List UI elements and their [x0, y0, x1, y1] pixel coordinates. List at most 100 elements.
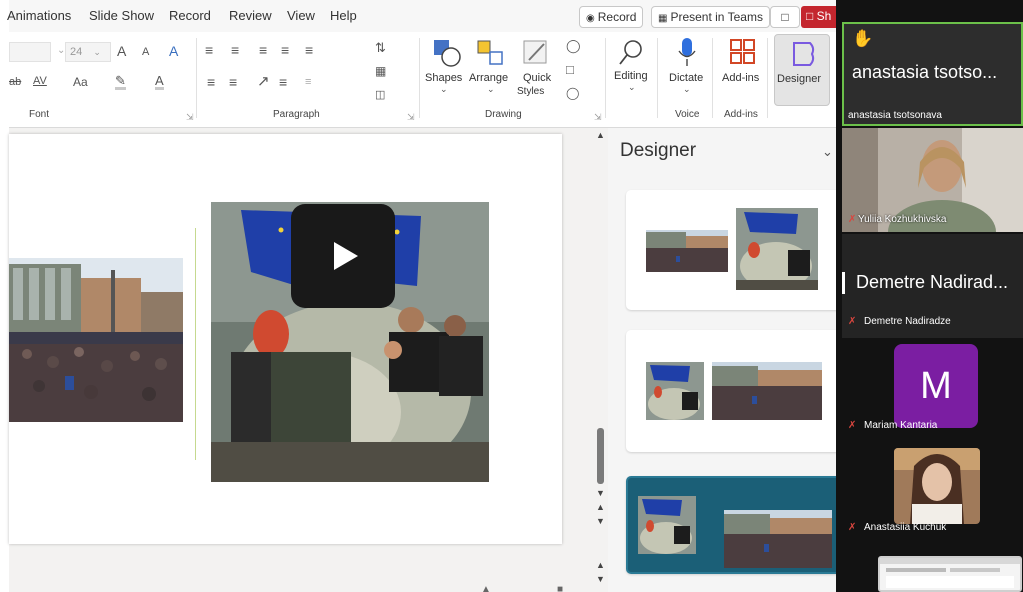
status-bar: ▲ ■ [9, 560, 594, 592]
clear-formatting-icon[interactable]: A [169, 43, 178, 59]
shared-screen-preview[interactable] [878, 556, 1022, 592]
highlight-icon[interactable]: ✎ [115, 74, 126, 90]
design-thumb-protest [646, 362, 704, 420]
strikethrough-icon[interactable]: ab [9, 76, 21, 88]
slide[interactable] [9, 134, 562, 544]
ribbon-tab-bar: Animations Slide Show Record Review View… [7, 0, 836, 32]
share-button[interactable]: □ Sh [801, 6, 836, 28]
ribbon-divider [767, 38, 768, 118]
participant-tile[interactable]: ✗ Anastasiia Kuchuk [842, 442, 1023, 542]
previous-slide-icon[interactable]: ▲ [596, 502, 605, 512]
mic-off-icon: ✗ [848, 420, 857, 431]
character-spacing-icon[interactable]: AV [33, 75, 47, 87]
comments-button[interactable]: □ [770, 6, 800, 28]
change-case-icon[interactable]: Aa [73, 75, 88, 89]
microphone-icon [678, 38, 696, 66]
drawing-group-label: Drawing [485, 109, 522, 120]
share-icon: □ [806, 9, 814, 23]
align-right-icon[interactable]: ↗ [257, 72, 270, 90]
shape-effects-icon[interactable]: ◯ [566, 86, 579, 100]
record-button[interactable]: ◉ Record [579, 6, 644, 28]
participant-display-name: anastasia tsotso... [852, 62, 998, 82]
mic-off-icon: ✗ [848, 316, 857, 327]
chevron-down-icon: ⌄ [440, 84, 448, 94]
normal-view-icon[interactable]: ■ [557, 584, 563, 592]
decrease-indent-icon[interactable]: ≡ [259, 42, 267, 58]
ribbon-divider [605, 38, 606, 118]
participant-tile[interactable]: ✗ Yuliia Kozhukhivska [842, 128, 1023, 232]
tab-help[interactable]: Help [330, 8, 357, 23]
slide-canvas [9, 128, 594, 558]
columns-icon[interactable]: ≡ [305, 76, 311, 88]
participant-tile[interactable]: Demetre Nadirad... ✗ Demetre Nadiradze [842, 234, 1023, 338]
participant-tile[interactable]: M ✗ Mariam Kantaria [842, 340, 1023, 440]
bullets-icon[interactable]: ≡ [205, 42, 213, 58]
tab-record[interactable]: Record [169, 8, 211, 23]
justify-icon[interactable]: ≡ [279, 74, 287, 90]
chevron-down-icon: ⌄ [683, 84, 691, 94]
shape-fill-icon[interactable]: ◯ [566, 38, 581, 54]
align-center-icon[interactable]: ≡ [229, 74, 237, 90]
shapes-icon [434, 40, 461, 67]
slide-scrollbar[interactable]: ▲ ▼ ▲ ▼ ▲ ▼ [594, 128, 608, 592]
scrollbar-thumb[interactable] [597, 428, 604, 484]
text-direction-icon[interactable]: ⇅ [375, 40, 386, 56]
numbering-icon[interactable]: ≡ [231, 42, 239, 58]
line-spacing-icon[interactable]: ≡ [305, 42, 313, 58]
smartart-icon[interactable]: ◫ [375, 88, 385, 101]
participant-video [894, 448, 980, 524]
speaking-indicator [842, 272, 845, 294]
ribbon-divider [419, 38, 420, 118]
design-idea-card-selected[interactable] [626, 476, 836, 574]
design-thumb-crowd [712, 362, 822, 420]
participant-name-label: Mariam Kantaria [864, 420, 938, 431]
tab-slide-show[interactable]: Slide Show [89, 8, 154, 23]
shrink-font-icon[interactable]: A [142, 46, 149, 58]
mic-off-icon: ✗ [848, 214, 857, 225]
participant-tile[interactable]: ✋ anastasia tsotso... anastasia tsotsona… [842, 22, 1023, 126]
avatar: M [894, 344, 978, 428]
align-left-icon[interactable]: ≡ [207, 74, 215, 90]
teams-icon: ▦ [658, 13, 668, 24]
dialog-launcher-icon[interactable]: ⇲ [594, 112, 602, 123]
design-thumb-crowd [724, 510, 832, 568]
scroll-up-icon[interactable]: ▲ [596, 560, 605, 570]
powerpoint-window: Animations Slide Show Record Review View… [0, 0, 836, 592]
font-color-icon[interactable]: A [155, 74, 164, 90]
ribbon-divider [712, 38, 713, 118]
design-thumb-protest [736, 208, 818, 290]
shape-outline-icon[interactable]: □ [566, 62, 574, 77]
design-thumb-crowd [646, 230, 728, 272]
next-slide-icon[interactable]: ▼ [596, 516, 605, 526]
chevron-down-icon: ⌄ [93, 47, 101, 57]
dialog-launcher-icon[interactable]: ⇲ [407, 112, 415, 123]
present-in-teams-button[interactable]: ▦ Present in Teams [651, 6, 770, 28]
designer-button[interactable]: Designer [774, 34, 830, 106]
dialog-launcher-icon[interactable]: ⇲ [186, 112, 194, 123]
comment-icon: □ [781, 10, 789, 24]
scroll-down-icon[interactable]: ▼ [596, 574, 605, 584]
increase-indent-icon[interactable]: ≡ [281, 42, 289, 58]
chevron-down-icon[interactable]: ⌄ [822, 144, 833, 160]
raised-hand-icon: ✋ [852, 29, 874, 48]
notes-icon[interactable]: ▲ [481, 584, 491, 592]
grow-font-icon[interactable]: A [117, 43, 126, 59]
video-play-button[interactable] [291, 204, 395, 308]
chevron-down-icon: ⌄ [487, 84, 495, 94]
tab-review[interactable]: Review [229, 8, 272, 23]
font-size-box[interactable]: 24 ⌄ [65, 42, 111, 62]
design-idea-card[interactable] [626, 190, 836, 310]
crowd-photo[interactable] [9, 258, 183, 422]
tab-animations[interactable]: Animations [7, 8, 71, 23]
scroll-down-icon[interactable]: ▼ [596, 488, 605, 498]
record-dot-icon: ◉ [586, 13, 595, 24]
font-name-box[interactable] [9, 42, 51, 62]
design-idea-card[interactable] [626, 330, 836, 452]
designer-icon [793, 42, 815, 66]
tab-view[interactable]: View [287, 8, 315, 23]
scroll-up-icon[interactable]: ▲ [596, 130, 605, 140]
align-text-icon[interactable]: ▦ [375, 64, 386, 78]
protest-video-frame[interactable] [211, 202, 489, 482]
ribbon-divider [657, 38, 658, 118]
window-edge [0, 0, 9, 592]
